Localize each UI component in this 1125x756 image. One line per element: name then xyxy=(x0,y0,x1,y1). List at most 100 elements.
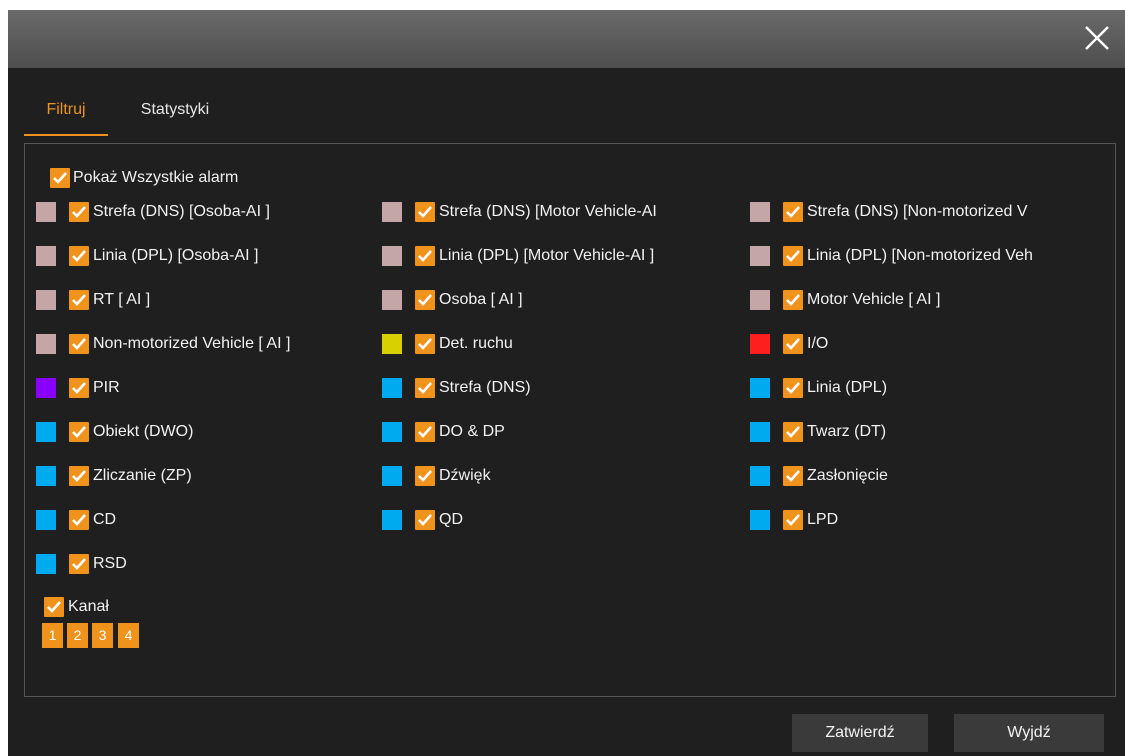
alarm-type-label: Det. ruchu xyxy=(439,335,513,352)
alarm-color-swatch xyxy=(750,422,770,442)
alarm-checkbox[interactable] xyxy=(783,378,803,398)
channel-checkbox[interactable] xyxy=(44,597,64,617)
check-icon xyxy=(786,514,800,526)
alarm-checkbox[interactable] xyxy=(415,378,435,398)
alarm-color-swatch xyxy=(382,510,402,530)
alarm-color-swatch xyxy=(36,202,56,222)
alarm-checkbox[interactable] xyxy=(415,202,435,222)
alarm-type-label: Non-motorized Vehicle [ AI ] xyxy=(93,335,291,352)
check-icon xyxy=(786,470,800,482)
alarm-checkbox[interactable] xyxy=(783,334,803,354)
alarm-checkbox[interactable] xyxy=(783,510,803,530)
alarm-type-label: Strefa (DNS) [Osoba-AI ] xyxy=(93,203,270,220)
check-icon xyxy=(786,206,800,218)
alarm-checkbox[interactable] xyxy=(415,334,435,354)
alarm-color-swatch xyxy=(36,466,56,486)
check-icon xyxy=(72,338,86,350)
alarm-type-label: Zasłonięcie xyxy=(807,467,888,484)
alarm-type-label: CD xyxy=(93,511,117,528)
alarm-type-label: Twarz (DT) xyxy=(807,423,887,440)
confirm-button[interactable]: Zatwierdź xyxy=(792,714,928,752)
check-icon xyxy=(72,558,86,570)
alarm-checkbox[interactable] xyxy=(415,246,435,266)
alarm-color-swatch xyxy=(750,246,770,266)
alarm-checkbox[interactable] xyxy=(69,334,89,354)
alarm-checkbox[interactable] xyxy=(69,202,89,222)
check-icon xyxy=(72,514,86,526)
check-icon xyxy=(53,172,67,184)
check-icon xyxy=(418,382,432,394)
check-icon xyxy=(72,250,86,262)
close-icon xyxy=(1085,26,1109,50)
alarm-color-swatch xyxy=(750,510,770,530)
exit-button[interactable]: Wyjdź xyxy=(954,714,1104,752)
channel-2[interactable]: 2 xyxy=(67,623,88,648)
check-icon xyxy=(418,426,432,438)
alarm-type-label: Obiekt (DWO) xyxy=(93,423,194,440)
alarm-checkbox[interactable] xyxy=(783,202,803,222)
alarm-color-swatch xyxy=(382,422,402,442)
check-icon xyxy=(786,250,800,262)
filter-panel: Pokaż Wszystkie alarm Strefa (DNS) [Osob… xyxy=(24,143,1116,697)
alarm-checkbox[interactable] xyxy=(415,290,435,310)
alarm-type-label: Motor Vehicle [ AI ] xyxy=(807,291,941,308)
alarm-checkbox[interactable] xyxy=(69,246,89,266)
alarm-color-swatch xyxy=(36,510,56,530)
alarm-checkbox[interactable] xyxy=(69,466,89,486)
alarm-checkbox[interactable] xyxy=(783,246,803,266)
check-icon xyxy=(72,206,86,218)
alarm-type-label: Strefa (DNS) [Motor Vehicle-AI xyxy=(439,203,657,220)
alarm-type-label: I/O xyxy=(807,335,829,352)
show-all-checkbox[interactable] xyxy=(50,168,70,188)
alarm-checkbox[interactable] xyxy=(415,510,435,530)
check-icon xyxy=(418,206,432,218)
alarm-type-label: Osoba [ AI ] xyxy=(439,291,523,308)
alarm-color-swatch xyxy=(750,378,770,398)
tab-statystyki[interactable]: Statystyki xyxy=(128,98,222,134)
check-icon xyxy=(786,294,800,306)
alarm-type-label: RSD xyxy=(93,555,127,572)
check-icon xyxy=(72,382,86,394)
close-button[interactable] xyxy=(1079,20,1115,56)
alarm-color-swatch xyxy=(36,290,56,310)
alarm-type-label: Linia (DPL) xyxy=(807,379,888,396)
alarm-type-label: Strefa (DNS) xyxy=(439,379,531,396)
alarm-type-label: Strefa (DNS) [Non-motorized V xyxy=(807,203,1028,220)
alarm-type-label: RT [ AI ] xyxy=(93,291,151,308)
alarm-checkbox[interactable] xyxy=(69,378,89,398)
channel-4[interactable]: 4 xyxy=(118,623,139,648)
check-icon xyxy=(418,338,432,350)
check-icon xyxy=(72,426,86,438)
check-icon xyxy=(418,514,432,526)
alarm-checkbox[interactable] xyxy=(783,466,803,486)
check-icon xyxy=(418,294,432,306)
check-icon xyxy=(786,338,800,350)
alarm-checkbox[interactable] xyxy=(783,290,803,310)
alarm-checkbox[interactable] xyxy=(415,466,435,486)
check-icon xyxy=(418,470,432,482)
channel-3[interactable]: 3 xyxy=(92,623,113,648)
alarm-checkbox[interactable] xyxy=(783,422,803,442)
alarm-color-swatch xyxy=(750,290,770,310)
alarm-checkbox[interactable] xyxy=(69,422,89,442)
alarm-type-label: QD xyxy=(439,511,463,528)
alarm-checkbox[interactable] xyxy=(415,422,435,442)
alarm-color-swatch xyxy=(382,246,402,266)
tab-filtruj[interactable]: Filtruj xyxy=(24,98,108,136)
alarm-type-label: PIR xyxy=(93,379,120,396)
alarm-type-label: Linia (DPL) [Osoba-AI ] xyxy=(93,247,259,264)
alarm-checkbox[interactable] xyxy=(69,510,89,530)
dialog-titlebar xyxy=(8,10,1125,68)
alarm-color-swatch xyxy=(36,554,56,574)
alarm-color-swatch xyxy=(750,466,770,486)
check-icon xyxy=(72,470,86,482)
alarm-color-swatch xyxy=(382,202,402,222)
channel-1[interactable]: 1 xyxy=(42,623,63,648)
alarm-checkbox[interactable] xyxy=(69,290,89,310)
alarm-type-label: Zliczanie (ZP) xyxy=(93,467,192,484)
alarm-checkbox[interactable] xyxy=(69,554,89,574)
alarm-type-label: Linia (DPL) [Non-motorized Veh xyxy=(807,247,1033,264)
alarm-color-swatch xyxy=(36,422,56,442)
alarm-color-swatch xyxy=(750,334,770,354)
alarm-filter-dialog: Filtruj Statystyki Pokaż Wszystkie alarm… xyxy=(8,10,1125,756)
